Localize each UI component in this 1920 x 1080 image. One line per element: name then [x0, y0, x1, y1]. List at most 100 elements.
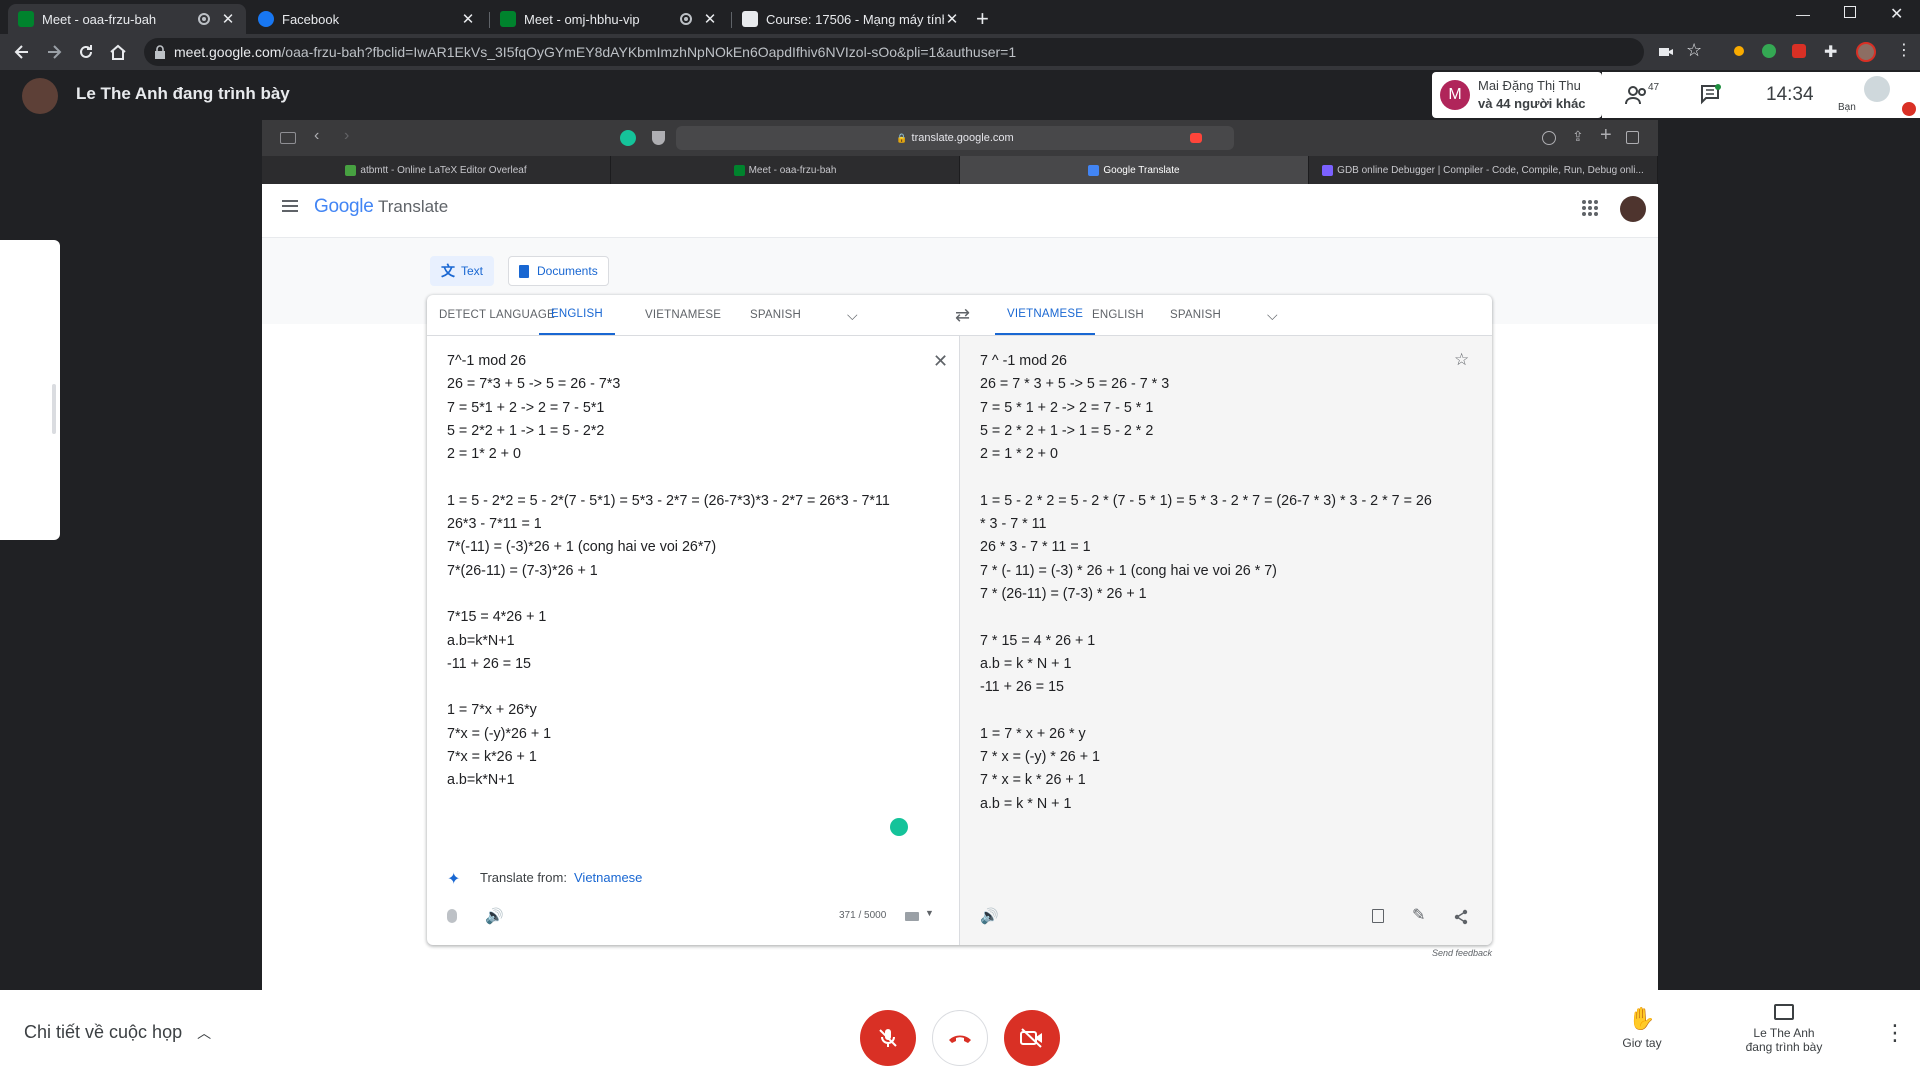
- translate-from-language-link: Vietnamese: [574, 870, 643, 885]
- translation-output: 7 ^ -1 mod 26 26 = 7 * 3 + 5 -> 5 = 26 -…: [980, 353, 1432, 812]
- character-count: 371 / 5000: [839, 910, 887, 921]
- new-tab-icon[interactable]: +: [976, 6, 989, 32]
- chrome-toolbar: meet.google.com/oaa-frzu-bah?fbclid=IwAR…: [0, 34, 1920, 70]
- translate-header: Google Translate: [262, 184, 1658, 238]
- sidebar-toggle-icon: [280, 132, 296, 144]
- tab-overview-icon: [1626, 131, 1639, 144]
- source-lang-more-chevron-icon: ⌵: [847, 306, 858, 323]
- meet-favicon-icon: [500, 11, 516, 27]
- shared-forward-icon: ›: [344, 127, 350, 144]
- close-tab-icon[interactable]: ✕: [220, 10, 236, 28]
- save-translation-star-icon: ☆: [1454, 350, 1470, 369]
- chrome-tab-title: Facebook: [282, 11, 340, 27]
- microphone-off-icon: [879, 1029, 897, 1047]
- side-self-view-panel[interactable]: [0, 240, 60, 540]
- apps-grid-icon: [1582, 200, 1598, 216]
- active-speaker-card[interactable]: M Mai Đặng Thị Thu và 44 người khác: [1432, 72, 1602, 118]
- back-arrow-icon[interactable]: [12, 42, 32, 62]
- clear-source-icon: ✕: [933, 351, 949, 371]
- camera-toggle-button[interactable]: [1004, 1010, 1060, 1066]
- source-listen-icon: 🔊: [485, 908, 504, 925]
- moodle-favicon-icon: [742, 11, 758, 27]
- source-lang-vietnamese: VIETNAMESE: [645, 309, 722, 321]
- recording-indicator-icon: [680, 13, 692, 25]
- participants-icon[interactable]: [1624, 84, 1650, 106]
- chrome-tab-title: Meet - oaa-frzu-bah: [42, 11, 157, 27]
- microphone-toggle-button[interactable]: [860, 1010, 916, 1066]
- translate-text-icon: 文: [441, 263, 455, 279]
- presenter-avatar: [22, 78, 58, 114]
- lock-icon: [155, 45, 165, 59]
- extension-honey-icon[interactable]: [1734, 46, 1744, 56]
- home-icon[interactable]: [108, 42, 128, 62]
- chrome-menu-icon[interactable]: ⋮: [1896, 40, 1912, 60]
- close-tab-icon[interactable]: ✕: [702, 10, 718, 28]
- target-lang-vietnamese: VIETNAMESE: [995, 295, 1096, 335]
- close-window-icon[interactable]: ✕: [1890, 4, 1903, 24]
- profile-avatar[interactable]: [1856, 42, 1876, 62]
- chrome-tab-facebook[interactable]: Facebook ✕: [248, 4, 486, 34]
- meet-favicon-icon: [18, 11, 34, 27]
- shared-back-icon: ‹: [314, 127, 320, 144]
- hang-up-icon: [949, 1035, 971, 1043]
- edit-translation-icon: ✎: [1412, 907, 1426, 924]
- shared-address-bar: 🔒 translate.google.com: [676, 126, 1234, 150]
- translate-account-avatar: [1620, 196, 1646, 222]
- google-translate-page: Google Translate 文 Text Documents DETECT …: [262, 184, 1658, 990]
- raise-hand-label: Giơ tay: [1622, 1036, 1662, 1050]
- shared-tab-meet: Meet - oaa-frzu-bah: [611, 156, 960, 184]
- microphone-icon: [447, 909, 457, 923]
- meeting-clock: 14:34: [1766, 84, 1814, 105]
- bookmark-star-icon[interactable]: ☆: [1686, 40, 1702, 61]
- privacy-shield-icon: [652, 131, 665, 145]
- shared-url: translate.google.com: [911, 132, 1014, 144]
- minimize-window-icon[interactable]: —: [1796, 6, 1810, 22]
- restore-window-icon[interactable]: [1844, 6, 1856, 18]
- chrome-tab-strip: Meet - oaa-frzu-bah ✕ Facebook ✕ Meet - …: [0, 0, 1920, 34]
- camera-in-use-icon[interactable]: [1656, 42, 1676, 62]
- url-path: /oaa-frzu-bah?fbclid=IwAR1EkVs_3I5fqOyGY…: [281, 44, 1017, 60]
- chat-icon[interactable]: [1700, 84, 1722, 106]
- share-icon: ⇪: [1572, 128, 1584, 144]
- facebook-favicon-icon: [258, 11, 274, 27]
- reload-icon[interactable]: [76, 42, 96, 62]
- chrome-tab-meet-oaa[interactable]: Meet - oaa-frzu-bah ✕: [8, 4, 246, 34]
- leave-call-button[interactable]: [932, 1010, 988, 1066]
- shared-screen: ‹ › 🔒 translate.google.com ⇪ + atbmtt - O…: [262, 120, 1658, 990]
- more-options-icon[interactable]: ⋮: [1884, 1020, 1906, 1046]
- source-lang-english: ENGLISH: [539, 295, 615, 335]
- shared-tab-overleaf: atbmtt - Online LaTeX Editor Overleaf: [262, 156, 611, 184]
- source-lang-detect: DETECT LANGUAGE: [439, 309, 555, 321]
- chrome-tab-title: Course: 17506 - Mạng máy tính: [766, 11, 944, 27]
- extensions-puzzle-icon[interactable]: ✚: [1824, 42, 1837, 62]
- extension-red-icon[interactable]: [1792, 44, 1806, 58]
- recording-indicator-icon: [198, 13, 210, 25]
- presenter-status-line2: đang trình bày: [1745, 1040, 1823, 1054]
- self-avatar[interactable]: [1864, 76, 1890, 102]
- speaker-name: Mai Đặng Thị Thu: [1478, 78, 1581, 93]
- presenter-status-button[interactable]: Le The Anh đang trình bày: [1732, 1004, 1836, 1054]
- share-translation-icon: [1454, 909, 1468, 925]
- chrome-tab-course[interactable]: Course: 17506 - Mạng máy tính ✕: [732, 4, 970, 34]
- speaker-others: và 44 người khác: [1478, 96, 1586, 111]
- screen-record-icon: [1190, 133, 1202, 143]
- target-lang-more-chevron-icon: ⌵: [1267, 306, 1278, 323]
- raise-hand-button[interactable]: ✋ Giơ tay: [1612, 1006, 1672, 1050]
- copy-translation-icon: [1372, 909, 1384, 923]
- shared-browser-tabs: atbmtt - Online LaTeX Editor Overleaf Me…: [262, 156, 1658, 184]
- google-logo: Google: [314, 196, 374, 217]
- shared-new-tab-icon: +: [1600, 124, 1612, 146]
- chrome-tab-title: Meet - omj-hbhu-vip: [524, 11, 640, 27]
- extension-green-icon[interactable]: [1762, 44, 1776, 58]
- document-icon: [519, 264, 529, 278]
- raise-hand-icon: ✋: [1628, 1006, 1656, 1031]
- panel-handle[interactable]: [52, 384, 56, 434]
- close-tab-icon[interactable]: ✕: [460, 10, 476, 28]
- self-muted-icon: [1902, 102, 1916, 116]
- meeting-details-button[interactable]: Chi tiết về cuộc họp ︿: [24, 1022, 211, 1043]
- address-bar[interactable]: meet.google.com/oaa-frzu-bah?fbclid=IwAR…: [144, 38, 1644, 66]
- close-tab-icon[interactable]: ✕: [944, 10, 960, 28]
- shared-browser-toolbar: ‹ › 🔒 translate.google.com ⇪ +: [262, 120, 1658, 156]
- chrome-tab-meet-omj[interactable]: Meet - omj-hbhu-vip ✕: [490, 4, 728, 34]
- forward-arrow-icon[interactable]: [44, 42, 64, 62]
